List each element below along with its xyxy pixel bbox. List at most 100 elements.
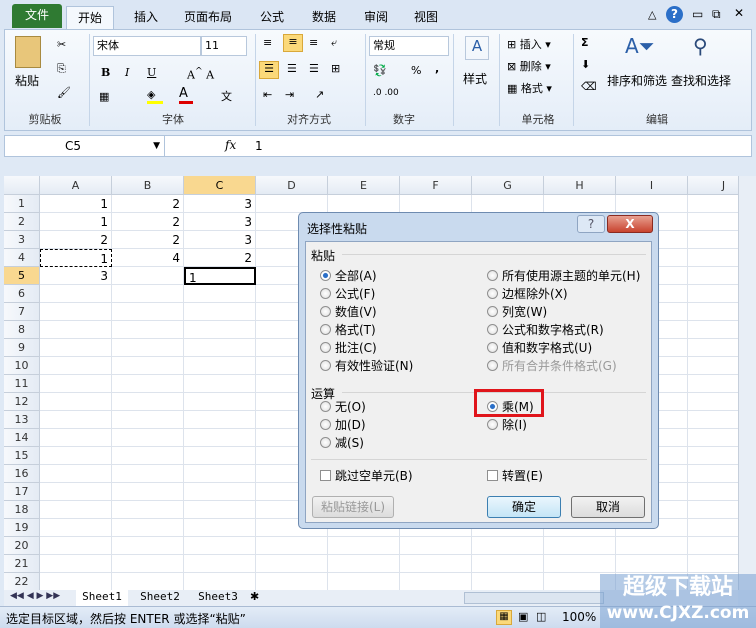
cell-A6[interactable]	[40, 285, 112, 303]
row-header-17[interactable]: 17	[4, 483, 40, 501]
font-color-icon[interactable]: A	[179, 86, 193, 104]
transpose-checkbox[interactable]: 转置(E)	[487, 467, 543, 484]
cell-F20[interactable]	[400, 537, 472, 555]
operation-radio[interactable]: 乘(M)	[487, 398, 534, 415]
paste-link-button[interactable]: 粘贴链接(L)	[312, 496, 394, 518]
align-center-icon[interactable]: ☰	[287, 62, 297, 75]
cell-A1[interactable]: 1	[40, 195, 112, 213]
cell-A13[interactable]	[40, 411, 112, 429]
ok-button[interactable]: 确定	[487, 496, 561, 518]
insert-sheet-icon[interactable]: ✱	[250, 590, 259, 603]
cell-A8[interactable]	[40, 321, 112, 339]
cut-icon[interactable]: ✂	[57, 38, 66, 51]
row-header-13[interactable]: 13	[4, 411, 40, 429]
cell-G21[interactable]	[472, 555, 544, 573]
paste-option-radio[interactable]: 列宽(W)	[487, 303, 547, 320]
tab-page-layout[interactable]: 页面布局	[180, 6, 236, 30]
styles-icon[interactable]: A	[465, 36, 489, 60]
percent-button[interactable]: %	[411, 64, 421, 77]
cell-F1[interactable]	[400, 195, 472, 213]
cell-J18[interactable]	[688, 501, 738, 519]
increase-decimal-icon[interactable]: .0 .00	[373, 88, 399, 98]
align-bottom-icon[interactable]: ≡	[309, 36, 318, 49]
autosum-button[interactable]: Σ	[581, 36, 589, 49]
cell-B19[interactable]	[112, 519, 184, 537]
cell-B15[interactable]	[112, 447, 184, 465]
find-select-button[interactable]: 查找和选择	[671, 72, 731, 89]
row-header-11[interactable]: 11	[4, 375, 40, 393]
decrease-indent-icon[interactable]: ⇤	[263, 88, 272, 101]
row-header-14[interactable]: 14	[4, 429, 40, 447]
cell-B5[interactable]	[112, 267, 184, 285]
operation-radio[interactable]: 无(O)	[320, 398, 366, 415]
cell-D20[interactable]	[256, 537, 328, 555]
font-name-combo[interactable]: 宋体	[93, 36, 201, 56]
cell-I1[interactable]	[616, 195, 688, 213]
cell-C20[interactable]	[184, 537, 256, 555]
insert-cells-button[interactable]: ⊞ 插入 ▾	[507, 36, 551, 52]
cell-F22[interactable]	[400, 573, 472, 590]
row-header-6[interactable]: 6	[4, 285, 40, 303]
cell-C4[interactable]: 2	[184, 249, 256, 267]
cell-J20[interactable]	[688, 537, 738, 555]
cell-G1[interactable]	[472, 195, 544, 213]
cell-B1[interactable]: 2	[112, 195, 184, 213]
normal-view-icon[interactable]: ▦	[496, 610, 512, 625]
close-icon[interactable]: ✕	[734, 6, 744, 20]
cell-C2[interactable]: 3	[184, 213, 256, 231]
vertical-scrollbar[interactable]	[738, 176, 756, 590]
cell-C1[interactable]: 3	[184, 195, 256, 213]
row-header-16[interactable]: 16	[4, 465, 40, 483]
cell-F21[interactable]	[400, 555, 472, 573]
row-header-2[interactable]: 2	[4, 213, 40, 231]
cell-J1[interactable]	[688, 195, 738, 213]
cell-H1[interactable]	[544, 195, 616, 213]
cell-C6[interactable]	[184, 285, 256, 303]
delete-cells-button[interactable]: ⊠ 删除 ▾	[507, 58, 551, 74]
cell-E20[interactable]	[328, 537, 400, 555]
paste-button[interactable]: 粘贴	[15, 72, 39, 89]
row-header-22[interactable]: 22	[4, 573, 40, 590]
name-box[interactable]: C5 ▼	[5, 136, 165, 156]
cancel-button[interactable]: 取消	[571, 496, 645, 518]
cell-C9[interactable]	[184, 339, 256, 357]
help-icon[interactable]: ?	[666, 6, 683, 23]
horizontal-scrollbar[interactable]	[464, 592, 604, 604]
row-header-19[interactable]: 19	[4, 519, 40, 537]
column-header-C[interactable]: C	[184, 176, 256, 195]
row-header-21[interactable]: 21	[4, 555, 40, 573]
increase-indent-icon[interactable]: ⇥	[285, 88, 294, 101]
cell-C13[interactable]	[184, 411, 256, 429]
select-all-corner[interactable]	[4, 176, 40, 195]
cell-J6[interactable]	[688, 285, 738, 303]
cell-C21[interactable]	[184, 555, 256, 573]
cell-A17[interactable]	[40, 483, 112, 501]
cell-B2[interactable]: 2	[112, 213, 184, 231]
cell-E22[interactable]	[328, 573, 400, 590]
cell-I21[interactable]	[616, 555, 688, 573]
cell-I20[interactable]	[616, 537, 688, 555]
cell-B13[interactable]	[112, 411, 184, 429]
column-header-F[interactable]: F	[400, 176, 472, 195]
paste-option-radio[interactable]: 所有合并条件格式(G)	[487, 357, 617, 374]
clear-icon[interactable]: ⌫	[581, 80, 597, 93]
cell-J17[interactable]	[688, 483, 738, 501]
cell-B14[interactable]	[112, 429, 184, 447]
cell-C17[interactable]	[184, 483, 256, 501]
column-header-J[interactable]: J	[688, 176, 738, 195]
cell-C3[interactable]: 3	[184, 231, 256, 249]
tab-home[interactable]: 开始	[66, 6, 114, 30]
row-header-7[interactable]: 7	[4, 303, 40, 321]
cell-A11[interactable]	[40, 375, 112, 393]
row-header-20[interactable]: 20	[4, 537, 40, 555]
cell-B21[interactable]	[112, 555, 184, 573]
column-header-B[interactable]: B	[112, 176, 184, 195]
column-header-G[interactable]: G	[472, 176, 544, 195]
cell-A4[interactable]: 1	[40, 249, 112, 267]
tab-formulas[interactable]: 公式	[256, 6, 288, 30]
tab-file[interactable]: 文件	[12, 4, 62, 28]
sheet-tab-1[interactable]: Sheet1	[76, 590, 128, 606]
underline-button[interactable]: U	[147, 66, 156, 79]
operation-radio[interactable]: 减(S)	[320, 434, 364, 451]
paste-option-radio[interactable]: 格式(T)	[320, 321, 376, 338]
